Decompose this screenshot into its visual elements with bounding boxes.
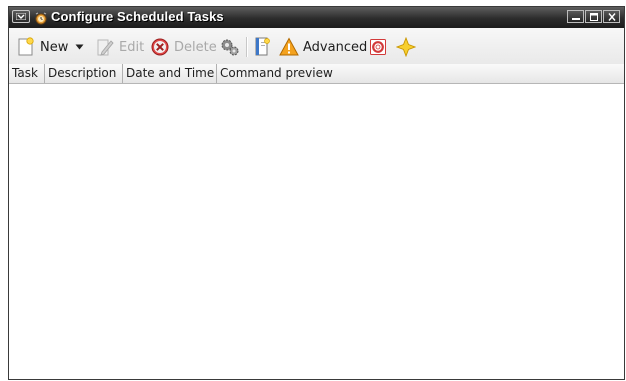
app-clock-icon (35, 12, 47, 25)
help-lifebuoy-icon (370, 39, 386, 55)
window-menu-button[interactable] (12, 10, 30, 23)
template-book-icon (255, 37, 270, 56)
task-list[interactable] (9, 84, 624, 379)
run-task-button[interactable] (219, 36, 241, 58)
window-title: Configure Scheduled Tasks (51, 9, 224, 24)
window-menu-icon (16, 13, 26, 20)
close-icon (608, 13, 616, 21)
edit-pencil-icon (97, 39, 114, 56)
maximize-button[interactable] (585, 10, 602, 23)
maximize-icon (590, 13, 598, 21)
edit-label: Edit (119, 39, 145, 55)
help-button[interactable] (369, 36, 387, 58)
column-header-description[interactable]: Description (45, 64, 123, 83)
column-header-date-time[interactable]: Date and Time (123, 64, 217, 83)
new-label: New (40, 39, 69, 55)
advanced-button[interactable]: Advanced (279, 36, 367, 58)
gears-run-icon (221, 39, 239, 56)
column-header-task[interactable]: Task (9, 64, 45, 83)
about-button[interactable] (396, 36, 416, 58)
template-button[interactable] (252, 36, 272, 58)
advanced-label: Advanced (303, 39, 368, 55)
delete-label: Delete (174, 39, 217, 55)
close-button[interactable] (603, 10, 620, 23)
new-document-icon (18, 37, 34, 56)
delete-button[interactable]: Delete (150, 36, 217, 58)
scheduled-tasks-window: Configure Scheduled Tasks New Edit Delet… (8, 6, 625, 380)
new-dropdown-button[interactable] (75, 36, 84, 58)
star-icon (396, 37, 416, 57)
warning-triangle-icon (279, 37, 299, 56)
new-button[interactable]: New (16, 36, 68, 58)
delete-circle-icon (151, 38, 169, 56)
minimize-icon (572, 18, 580, 20)
column-header-command-preview[interactable]: Command preview (217, 64, 624, 83)
toolbar: New Edit Delete Advanced (9, 28, 624, 65)
edit-button[interactable]: Edit (95, 36, 144, 58)
dropdown-arrow-icon (75, 44, 84, 50)
task-table-header: Task Description Date and Time Command p… (9, 64, 624, 84)
minimize-button[interactable] (567, 10, 584, 23)
title-bar[interactable]: Configure Scheduled Tasks (9, 7, 624, 28)
